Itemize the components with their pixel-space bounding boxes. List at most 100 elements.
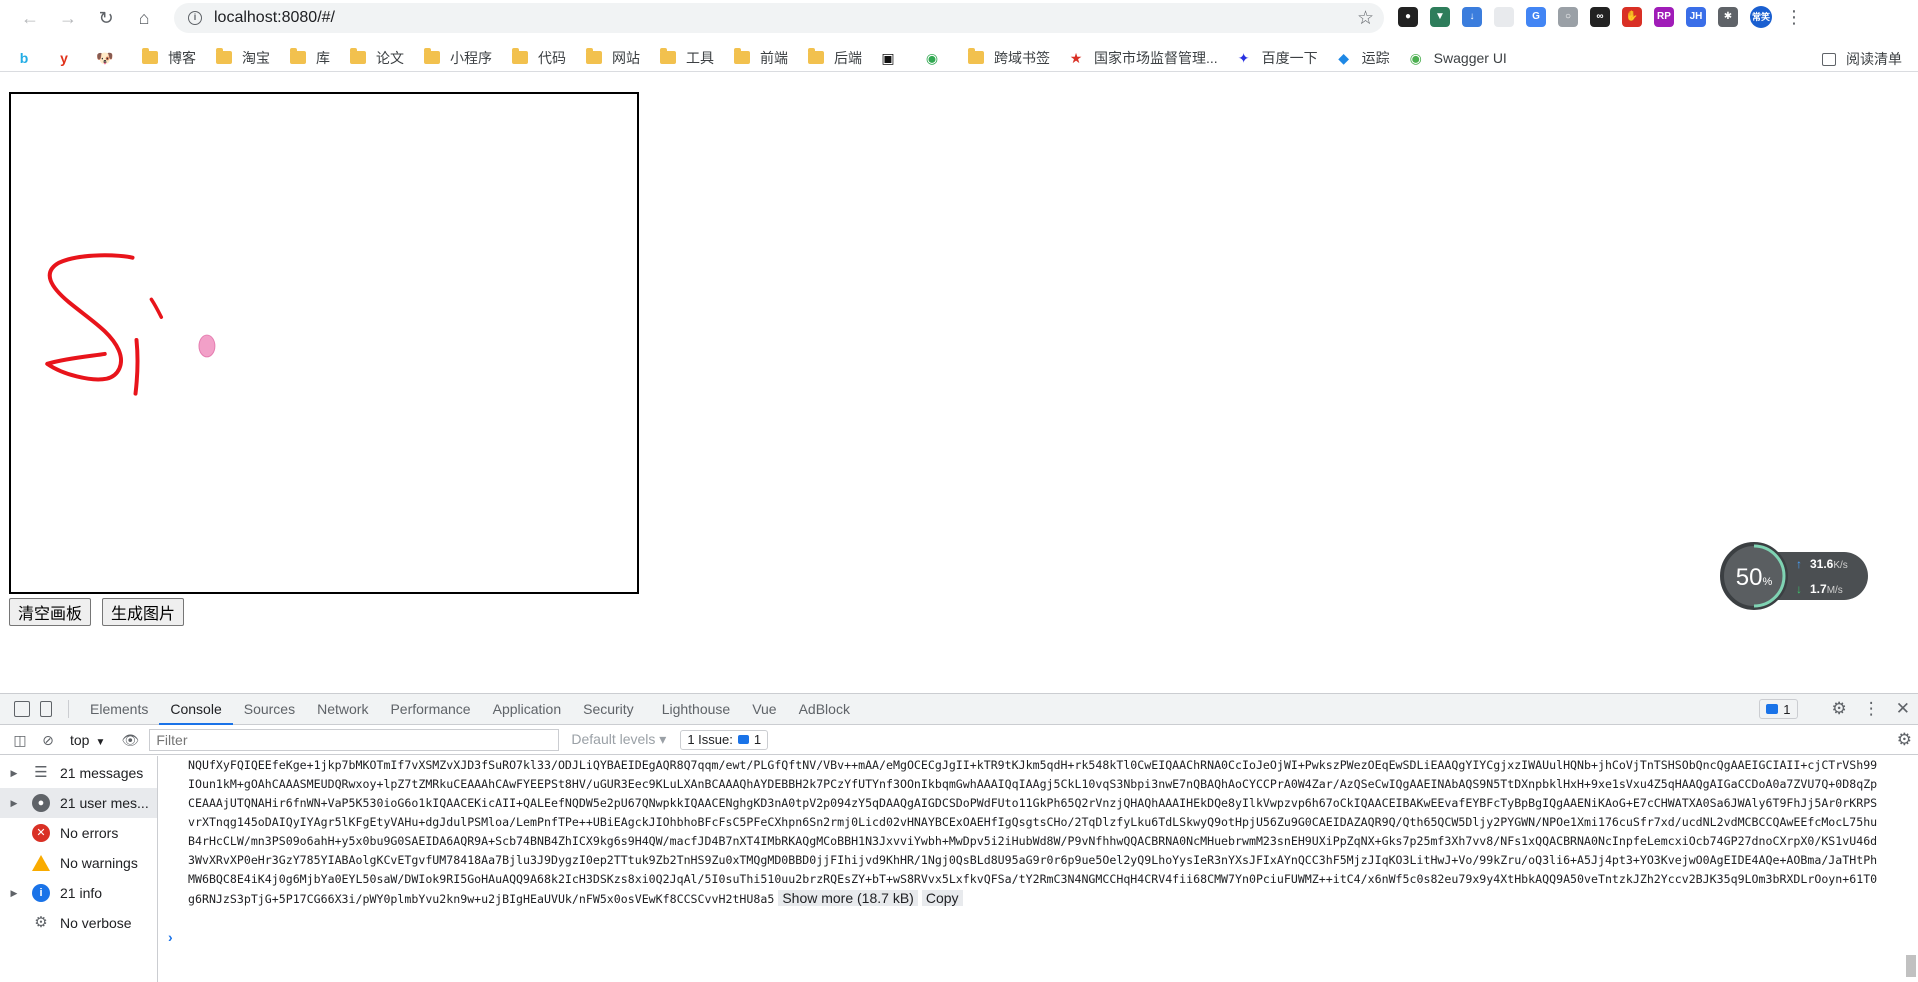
- bilibili-icon: b: [19, 49, 29, 66]
- device-toolbar-icon[interactable]: [40, 701, 52, 717]
- inspect-element-icon[interactable]: [14, 701, 30, 717]
- network-monitor-percent: 50%: [1735, 564, 1773, 591]
- settings-gear-icon[interactable]: ⚙: [1832, 699, 1847, 719]
- site-info-icon[interactable]: i: [188, 11, 202, 25]
- pen-cursor: [198, 334, 216, 358]
- extension-translate-icon[interactable]: G: [1526, 7, 1546, 27]
- devtools-tab-application[interactable]: Application: [482, 694, 573, 725]
- bookmark-folder[interactable]: 后端: [808, 48, 862, 68]
- close-devtools-icon[interactable]: ✕: [1896, 699, 1910, 719]
- bookmark-track[interactable]: ◆ 运踪: [1336, 48, 1389, 68]
- expand-triangle-icon[interactable]: ▶: [6, 768, 22, 779]
- back-button-icon[interactable]: ←: [16, 4, 44, 32]
- upload-arrow-icon: ↑: [1796, 557, 1802, 571]
- sidebar-filter-info[interactable]: ▶ i 21 info: [0, 878, 157, 908]
- toggle-sidebar-icon[interactable]: ◫: [12, 732, 28, 748]
- clear-canvas-button[interactable]: 清空画板: [9, 598, 92, 626]
- copy-button[interactable]: Copy: [921, 890, 963, 906]
- extension-gray-icon[interactable]: ○: [1558, 7, 1578, 27]
- extension-rp-icon[interactable]: RP: [1654, 7, 1674, 27]
- bookmark-folder[interactable]: 前端: [734, 48, 788, 68]
- bookmark-folder[interactable]: 淘宝: [216, 48, 270, 68]
- bookmark-folder[interactable]: 小程序: [424, 48, 492, 68]
- forward-button-icon[interactable]: →: [54, 4, 82, 32]
- hack-icon: ▣: [881, 49, 895, 66]
- folder-icon: [424, 48, 440, 64]
- context-selector[interactable]: top ▼: [70, 732, 105, 748]
- browser-toolbar: ← → ↻ ⌂ i localhost:8080/#/ ☆ ● ▼ ↓ G ○ ∞ ✋ RP J…: [0, 0, 1918, 36]
- bookmark-swagger[interactable]: ◉ Swagger UI: [1408, 50, 1507, 66]
- devtools-tab-network[interactable]: Network: [306, 694, 379, 725]
- extension-stop-icon[interactable]: ✋: [1622, 7, 1642, 27]
- sidebar-filter-user[interactable]: ▶ ● 21 user mes...: [0, 788, 157, 818]
- bookmark-dog[interactable]: 🐶: [96, 50, 122, 66]
- show-more-button[interactable]: Show more (18.7 kB): [778, 890, 918, 906]
- bookmark-samr[interactable]: ★ 国家市场监督管理...: [1068, 48, 1218, 68]
- bookmark-folder[interactable]: 代码: [512, 48, 566, 68]
- console-log-area[interactable]: NQUfXyFQIQEEfeKge+1jkp7bMKOTmIf7vXSMZvXJ…: [158, 756, 1918, 982]
- address-bar-url[interactable]: localhost:8080/#/: [214, 9, 335, 27]
- extension-jh-icon[interactable]: JH: [1686, 7, 1706, 27]
- devtools-tab-vue[interactable]: Vue: [741, 694, 787, 725]
- message-icon: [1766, 704, 1779, 714]
- devtools-tab-console[interactable]: Console: [159, 694, 233, 725]
- issues-badge[interactable]: 1: [1759, 699, 1798, 719]
- clear-console-icon[interactable]: ⊘: [40, 732, 56, 748]
- bookmark-baidu[interactable]: ✦ 百度一下: [1236, 48, 1318, 68]
- bookmark-folder[interactable]: 网站: [586, 48, 640, 68]
- scrollbar-thumb[interactable]: [1906, 955, 1916, 977]
- bookmark-folder[interactable]: 库: [290, 48, 330, 68]
- devtools-tab-sources[interactable]: Sources: [233, 694, 306, 725]
- sidebar-filter-warn[interactable]: No warnings: [0, 848, 157, 878]
- reading-list-label: 阅读清单: [1846, 51, 1902, 67]
- folder-icon: [216, 48, 232, 64]
- bookmark-star-icon[interactable]: ☆: [1357, 7, 1374, 30]
- extension-bear-icon[interactable]: ●: [1398, 7, 1418, 27]
- expand-triangle-icon[interactable]: ▶: [6, 798, 22, 809]
- more-options-icon[interactable]: ⋮: [1863, 699, 1880, 719]
- expand-triangle-icon[interactable]: ▶: [6, 888, 22, 899]
- extension-mask-icon[interactable]: ∞: [1590, 7, 1610, 27]
- devtools-tab-lighthouse[interactable]: Lighthouse: [651, 694, 742, 725]
- devtools-tab-security[interactable]: Security: [572, 694, 645, 725]
- devtools-tab-elements[interactable]: Elements: [79, 694, 159, 725]
- console-settings-icon[interactable]: ⚙: [1897, 730, 1912, 750]
- bookmark-round[interactable]: ◉: [924, 50, 950, 66]
- console-prompt-icon[interactable]: ›: [168, 929, 173, 945]
- console-scrollbar[interactable]: [1904, 756, 1916, 982]
- extension-blank-icon[interactable]: [1494, 7, 1514, 27]
- generate-image-button[interactable]: 生成图片: [102, 598, 185, 626]
- youdao-icon: y: [60, 49, 68, 66]
- address-bar[interactable]: i localhost:8080/#/ ☆: [174, 3, 1384, 33]
- issues-count-button[interactable]: 1 Issue: 1: [680, 729, 769, 750]
- bookmark-bilibili[interactable]: b: [16, 50, 42, 66]
- extension-download-icon[interactable]: ↓: [1462, 7, 1482, 27]
- home-button-icon[interactable]: ⌂: [130, 4, 158, 32]
- log-levels-dropdown[interactable]: Default levels ▾: [571, 731, 666, 748]
- message-icon: [737, 735, 749, 744]
- extension-puzzle-icon[interactable]: ✱: [1718, 7, 1738, 27]
- console-filter-input[interactable]: [149, 728, 560, 751]
- signature-canvas[interactable]: [9, 92, 639, 594]
- live-expression-eye-icon[interactable]: 👁: [121, 732, 139, 748]
- bookmark-hack[interactable]: ▣: [880, 50, 906, 66]
- devtools-tabs: Elements Console Sources Network Performance…: [79, 694, 861, 725]
- bookmark-youdao[interactable]: y: [56, 50, 82, 66]
- reload-button-icon[interactable]: ↻: [92, 4, 120, 32]
- bookmark-folder[interactable]: 工具: [660, 48, 714, 68]
- bookmark-folder[interactable]: 论文: [350, 48, 404, 68]
- bookmark-cross-domain[interactable]: 跨域书签: [968, 48, 1050, 68]
- extension-vue-icon[interactable]: ▼: [1430, 7, 1450, 27]
- reading-list-button[interactable]: 阅读清单: [1822, 49, 1902, 69]
- profile-avatar-icon[interactable]: 常笑: [1750, 6, 1772, 28]
- browser-menu-icon[interactable]: ⋮: [1784, 7, 1804, 28]
- bookmark-folder[interactable]: 博客: [142, 48, 196, 68]
- devtools-tab-performance[interactable]: Performance: [379, 694, 481, 725]
- sidebar-filter-verbose[interactable]: ⚙ No verbose: [0, 908, 157, 938]
- network-monitor-widget[interactable]: 50% ↑ 31.6K/s ↓ 1.7M/s: [1720, 542, 1872, 610]
- devtools-tab-adblock[interactable]: AdBlock: [788, 694, 861, 725]
- verbose-icon: ⚙: [34, 914, 48, 931]
- bookmark-label: 网站: [612, 49, 640, 66]
- sidebar-filter-list[interactable]: ▶ ☰ 21 messages: [0, 758, 157, 788]
- sidebar-filter-err[interactable]: ✕ No errors: [0, 818, 157, 848]
